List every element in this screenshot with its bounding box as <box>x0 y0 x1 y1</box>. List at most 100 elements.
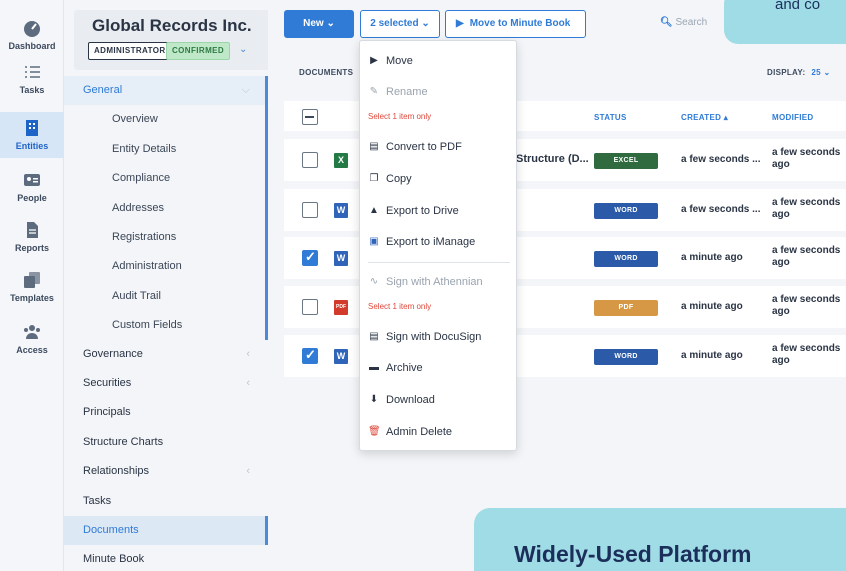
menu-item-label: Move <box>386 55 413 67</box>
column-modified[interactable]: MODIFIED <box>772 113 814 122</box>
document-icon <box>27 222 38 238</box>
menu-item-label: Copy <box>386 173 412 185</box>
nav-overview[interactable]: Overview <box>64 105 268 134</box>
rail-item-templates[interactable]: Templates <box>0 270 64 303</box>
created-time: a minute ago <box>681 252 743 263</box>
column-created[interactable]: CREATED ▴ <box>681 113 728 122</box>
nav-label: Securities <box>83 377 132 389</box>
menu-item-sign-with-athennian: ∿ Sign with Athennian <box>360 270 518 294</box>
rail-label: Dashboard <box>8 41 56 51</box>
menu-item-export-to-imanage[interactable]: ▣ Export to iManage <box>360 230 518 254</box>
nav-label: Structure Charts <box>83 436 164 448</box>
chevron-down-icon: ⌵ <box>241 84 250 96</box>
menu-item-label: Admin Delete <box>386 426 453 438</box>
created-time: a minute ago <box>681 350 743 361</box>
menu-item-archive[interactable]: ▬ Archive <box>360 356 518 380</box>
menu-item-convert-to-pdf[interactable]: ▤ Convert to PDF <box>360 135 518 159</box>
drive-icon: ▲ <box>369 205 379 216</box>
nav-custom-fields[interactable]: Custom Fields <box>64 311 268 340</box>
menu-item-copy[interactable]: ❐ Copy <box>360 167 518 191</box>
id-card-icon <box>24 174 40 186</box>
pdf-file-icon: ▤ <box>369 141 379 152</box>
nav-administration[interactable]: Administration <box>64 252 268 281</box>
modified-time: a few seconds ago <box>772 147 841 170</box>
move-file-icon: ▶ <box>456 18 464 29</box>
nav-tasks[interactable]: Tasks <box>64 487 268 516</box>
rename-disabled-note: Select 1 item only <box>368 112 432 121</box>
icon-rail: Dashboard Tasks Entities People Reports … <box>0 0 64 571</box>
modified-time: a few seconds ago <box>772 294 841 317</box>
menu-item-download[interactable]: ⬇ Download <box>360 388 518 412</box>
rail-item-entities[interactable]: Entities <box>0 112 64 158</box>
display-value[interactable]: 25 ⌄ <box>811 68 830 77</box>
nav-label: Documents <box>83 524 139 536</box>
select-all-checkbox[interactable] <box>302 109 318 125</box>
search-input[interactable]: 🔍︎ Search <box>660 17 707 28</box>
selection-actions-menu: ▶ Move ✎ Rename Select 1 item only ▤ Conver… <box>359 40 517 451</box>
entity-switcher-chevron[interactable]: ⌄ <box>239 44 247 55</box>
nav-relationships[interactable]: Relationships ‹ <box>64 457 268 486</box>
rail-item-reports[interactable]: Reports <box>0 220 64 253</box>
modified-time: a few seconds ago <box>772 343 841 366</box>
nav-documents[interactable]: Documents <box>64 516 268 545</box>
nav-governance[interactable]: Governance ‹ <box>64 340 268 369</box>
row-checkbox[interactable] <box>302 249 318 266</box>
menu-item-admin-delete[interactable]: 🗑︎ Admin Delete <box>360 420 518 444</box>
nav-structure-charts[interactable]: Structure Charts <box>64 428 268 457</box>
chevron-left-icon: ‹ <box>246 377 250 389</box>
menu-item-label: Sign with Athennian <box>386 276 483 288</box>
row-checkbox[interactable] <box>302 152 318 168</box>
row-checkbox[interactable] <box>302 299 318 315</box>
chevron-left-icon: ‹ <box>246 348 250 360</box>
nav-audit-trail[interactable]: Audit Trail <box>64 282 268 311</box>
signature-icon: ∿ <box>369 276 379 287</box>
row-checkbox[interactable] <box>302 202 318 218</box>
nav-compliance[interactable]: Compliance <box>64 164 268 193</box>
chevron-left-icon: ‹ <box>246 465 250 477</box>
rail-item-people[interactable]: People <box>0 170 64 203</box>
word-file-icon: W <box>334 251 348 266</box>
nav-addresses[interactable]: Addresses <box>64 194 268 223</box>
nav-label: Custom Fields <box>112 319 183 331</box>
rail-label: Templates <box>10 293 54 303</box>
role-badge: ADMINISTRATOR <box>88 42 172 60</box>
document-name[interactable]: Structure (D... <box>516 153 589 165</box>
menu-item-label: Convert to PDF <box>386 141 462 153</box>
nav-label: Audit Trail <box>112 290 161 302</box>
display-count-control[interactable]: DISPLAY: 25 ⌄ <box>767 68 830 77</box>
move-to-minute-book-button[interactable]: ▶ Move to Minute Book <box>445 10 586 38</box>
nav-securities[interactable]: Securities ‹ <box>64 369 268 398</box>
search-icon: 🔍︎ <box>660 17 673 28</box>
pdf-file-icon: PDF <box>334 300 348 315</box>
column-status[interactable]: STATUS <box>594 113 627 122</box>
new-button[interactable]: New ⌄ <box>284 10 354 38</box>
rail-item-access[interactable]: Access <box>0 322 64 355</box>
nav-general[interactable]: General ⌵ <box>64 76 268 105</box>
word-file-icon: W <box>334 203 348 218</box>
rail-label: Reports <box>14 243 49 253</box>
menu-item-export-to-drive[interactable]: ▲ Export to Drive <box>360 199 518 223</box>
status-badge: WORD <box>594 251 658 267</box>
nav-label: Principals <box>83 406 131 418</box>
status-badge: PDF <box>594 300 658 316</box>
nav-label: Governance <box>83 348 143 360</box>
nav-label: Overview <box>112 113 158 125</box>
rail-item-dashboard[interactable]: Dashboard <box>0 18 64 51</box>
selection-actions-button[interactable]: 2 selected ⌄ <box>360 10 440 38</box>
rail-item-tasks[interactable]: Tasks <box>0 62 64 95</box>
nav-entity-details[interactable]: Entity Details <box>64 135 268 164</box>
rail-label: People <box>17 193 47 203</box>
nav-minute-book[interactable]: Minute Book <box>64 545 268 571</box>
nav-label: Relationships <box>83 465 150 477</box>
rail-label: Access <box>16 345 48 355</box>
status-badge: EXCEL <box>594 153 658 169</box>
menu-item-sign-with-docusign[interactable]: ▤ Sign with DocuSign <box>360 325 518 349</box>
menu-item-rename: ✎ Rename <box>360 80 518 104</box>
menu-item-label: Export to Drive <box>386 205 459 217</box>
created-time: a minute ago <box>681 301 743 312</box>
row-checkbox[interactable] <box>302 347 318 364</box>
marketing-callout-text: and co <box>775 0 821 13</box>
menu-item-move[interactable]: ▶ Move <box>360 49 518 73</box>
nav-principals[interactable]: Principals <box>64 398 268 427</box>
nav-registrations[interactable]: Registrations <box>64 223 268 252</box>
